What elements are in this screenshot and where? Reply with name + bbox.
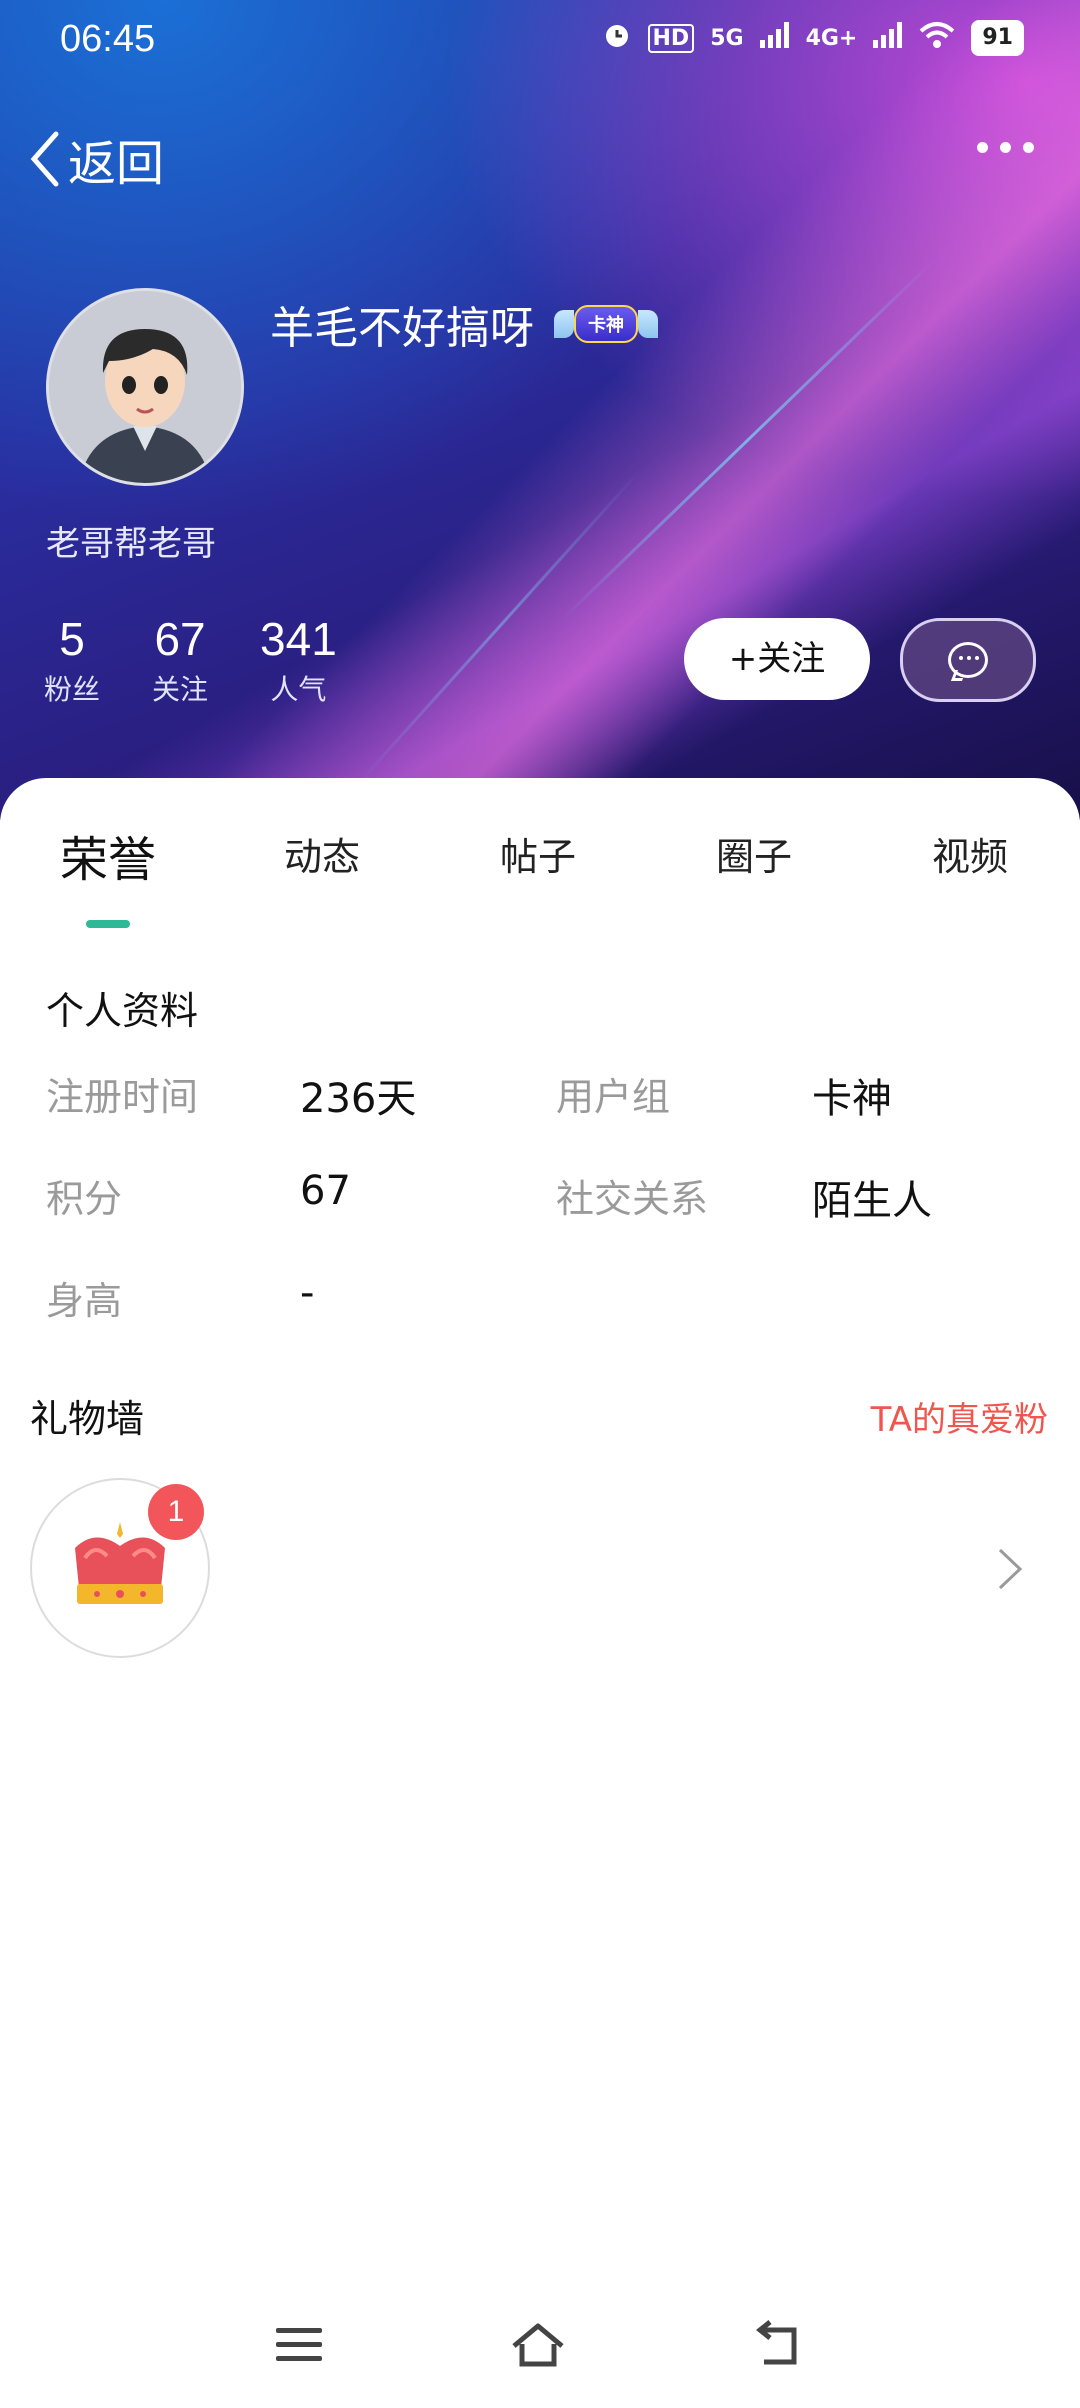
avatar-illustration xyxy=(49,291,241,483)
tab-honor[interactable]: 荣誉 xyxy=(60,820,156,890)
gift-wall-title: 礼物墙 xyxy=(30,1397,145,1441)
info-value-user-group: 卡神 xyxy=(812,1076,892,1122)
badge-label: 卡神 xyxy=(574,305,638,343)
tab-indicator xyxy=(86,920,130,928)
decorative-light-streak xyxy=(358,468,643,783)
tab-circles[interactable]: 圈子 xyxy=(716,826,792,881)
back-label: 返回 xyxy=(68,136,165,192)
info-value-relationship: 陌生人 xyxy=(812,1178,932,1224)
info-label-register-time: 注册时间 xyxy=(46,1075,199,1119)
menu-icon[interactable] xyxy=(270,2320,330,2370)
info-label-points: 积分 xyxy=(46,1177,123,1221)
tab-posts[interactable]: 帖子 xyxy=(500,826,576,881)
alarm-icon xyxy=(602,20,632,56)
stat-label: 粉丝 xyxy=(44,673,101,706)
back-button[interactable]: 返回 xyxy=(28,124,164,194)
true-fans-link[interactable]: TA的真爱粉 xyxy=(871,1392,1048,1441)
status-bar: 06:45 HD 5G 4G+ 91 xyxy=(0,0,1080,80)
system-nav-bar xyxy=(0,2290,1080,2400)
stat-value: 341 xyxy=(260,613,337,665)
profile-stats: 5 粉丝 67 关注 341 人气 xyxy=(44,612,337,708)
stat-popularity[interactable]: 341 人气 xyxy=(260,612,337,708)
message-button[interactable] xyxy=(900,618,1036,702)
wing-icon xyxy=(554,310,574,338)
tab-videos[interactable]: 视频 xyxy=(932,826,1008,881)
signal-bars-icon xyxy=(873,22,903,54)
info-label-relationship: 社交关系 xyxy=(556,1177,709,1221)
profile-header: 06:45 HD 5G 4G+ 91 返回 羊毛不好搞呀 卡神 老哥帮老哥 5 … xyxy=(0,0,1080,820)
battery-indicator: 91 xyxy=(971,20,1024,56)
stat-value: 67 xyxy=(154,613,206,665)
hd-icon: HD xyxy=(647,23,695,53)
profile-nickname-row: 羊毛不好搞呀 卡神 xyxy=(270,292,658,356)
stat-following[interactable]: 67 关注 xyxy=(152,612,208,708)
avatar[interactable] xyxy=(46,288,244,486)
status-time: 06:45 xyxy=(60,18,156,60)
chat-bubble-icon xyxy=(948,642,988,678)
tab-bar: 荣誉 动态 帖子 圈子 视频 xyxy=(0,826,1080,906)
info-label-height: 身高 xyxy=(46,1279,123,1323)
more-options-icon[interactable] xyxy=(977,142,1034,153)
stat-label: 人气 xyxy=(270,673,327,706)
nickname: 羊毛不好搞呀 xyxy=(270,303,534,354)
chevron-right-icon[interactable] xyxy=(990,1544,1030,1594)
stat-value: 5 xyxy=(59,613,85,665)
content-sheet: 荣誉 动态 帖子 圈子 视频 个人资料 注册时间 236天 用户组 卡神 积分 … xyxy=(0,778,1080,2408)
signal-bars-icon xyxy=(759,22,790,54)
info-value-register-time: 236天 xyxy=(300,1076,417,1122)
5g-signal-icon: 5G xyxy=(710,25,744,51)
info-label-user-group: 用户组 xyxy=(556,1075,671,1119)
tab-activity[interactable]: 动态 xyxy=(284,826,360,881)
stat-fans[interactable]: 5 粉丝 xyxy=(44,612,100,708)
follow-button[interactable]: +关注 xyxy=(684,618,870,700)
4g-signal-icon: 4G+ xyxy=(805,25,858,51)
gift-count-badge: 1 xyxy=(148,1484,204,1540)
info-value-height: - xyxy=(300,1270,315,1316)
chevron-left-icon xyxy=(30,131,59,187)
personal-info-title: 个人资料 xyxy=(46,989,199,1033)
status-icons: HD 5G 4G+ 91 xyxy=(602,20,1024,56)
info-value-points: 67 xyxy=(300,1168,351,1214)
rank-badge: 卡神 xyxy=(554,304,658,344)
profile-subtitle: 老哥帮老哥 xyxy=(46,524,216,564)
home-icon[interactable] xyxy=(508,2320,568,2370)
wing-icon xyxy=(638,310,658,338)
back-gesture-icon[interactable] xyxy=(750,2320,810,2370)
stat-label: 关注 xyxy=(152,673,209,706)
top-nav: 返回 xyxy=(0,120,1080,200)
wifi-icon xyxy=(919,21,955,55)
